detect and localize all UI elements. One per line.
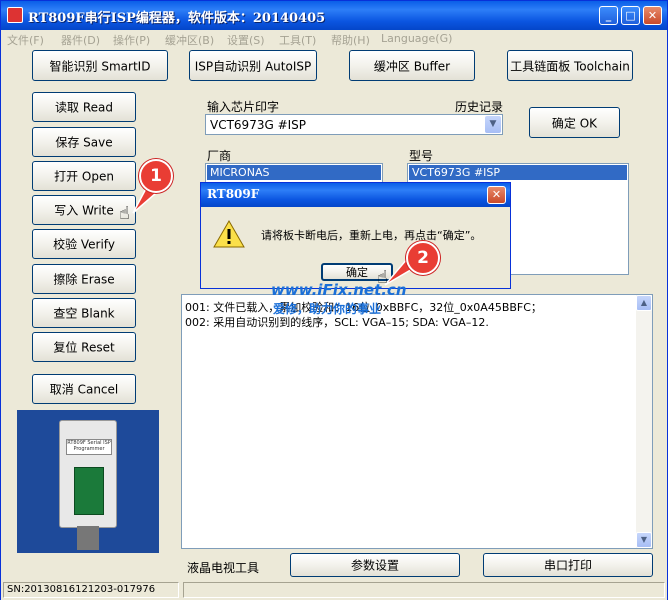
history-label: 历史记录 (455, 100, 504, 114)
programmer-body: RT809F Serial ISP Programmer (59, 420, 117, 528)
menu-language[interactable]: Language(G) (381, 32, 452, 45)
chip-combo[interactable]: VCT6973G #ISP ▼ (205, 114, 503, 135)
step-1-badge: 1 (139, 159, 173, 193)
dialog-title: RT809F (207, 187, 260, 201)
minimize-icon: _ (605, 9, 612, 22)
chevron-down-icon[interactable]: ▼ (485, 116, 501, 133)
log-scrollbar[interactable]: ▲ ▼ (636, 295, 652, 548)
menu-tools[interactable]: 工具(T) (279, 32, 316, 48)
dialog-close-button[interactable]: ✕ (487, 186, 506, 204)
status-message (183, 582, 665, 598)
chip-combo-value: VCT6973G #ISP (210, 118, 307, 132)
scroll-down-icon[interactable]: ▼ (636, 532, 652, 548)
menu-buffer[interactable]: 缓冲区(B) (165, 32, 214, 48)
lcd-tools-label: 液晶电视工具 (187, 561, 260, 575)
open-button[interactable]: 打开 Open (32, 161, 136, 191)
programmer-label: RT809F Serial ISP Programmer (66, 439, 112, 455)
status-bar: SN:20130816121203-017976 (1, 580, 667, 600)
menu-bar: 文件(F) 器件(D) 操作(P) 缓冲区(B) 设置(S) 工具(T) 帮助(… (1, 30, 667, 48)
vga-connector (77, 526, 99, 550)
close-icon: ✕ (647, 9, 658, 22)
minimize-button[interactable]: _ (599, 6, 618, 25)
close-button[interactable]: ✕ (643, 6, 662, 25)
verify-button[interactable]: 校验 Verify (32, 229, 136, 259)
app-icon (7, 7, 23, 23)
title-bar[interactable]: RT809F串行ISP编程器，软件版本：20140405 _ □ ✕ (1, 1, 667, 30)
serial-print-button[interactable]: 串口打印 (483, 553, 653, 577)
scroll-up-icon[interactable]: ▲ (636, 295, 652, 311)
main-window: RT809F串行ISP编程器，软件版本：20140405 _ □ ✕ 文件(F)… (0, 0, 668, 600)
menu-settings[interactable]: 设置(S) (227, 32, 265, 48)
confirm-dialog: RT809F ✕ 请将板卡断电后，重新上电，再点击“确定”。 确定 (200, 182, 511, 289)
dialog-title-bar[interactable]: RT809F ✕ (201, 183, 510, 207)
serial-number: SN:20130816121203-017976 (3, 582, 179, 598)
save-button[interactable]: 保存 Save (32, 127, 136, 157)
model-list-item-selected[interactable]: VCT6973G #ISP (409, 165, 627, 180)
toolchain-button[interactable]: 工具链面板 Toolchain (507, 50, 633, 81)
watermark-url: www.iFix.net.cn (271, 281, 407, 299)
menu-operation[interactable]: 操作(P) (113, 32, 150, 48)
hand-cursor-icon: ☝ (119, 203, 130, 224)
close-icon: ✕ (491, 188, 502, 201)
menu-device[interactable]: 器件(D) (61, 32, 100, 48)
step-2-badge: 2 (406, 241, 440, 275)
smart-id-button[interactable]: 智能识别 SmartID (32, 50, 168, 81)
watermark-slogan: 爱修，助力你的事业 (273, 302, 382, 316)
auto-isp-button[interactable]: ISP自动识别 AutoISP (189, 50, 317, 81)
zif-socket (74, 467, 104, 515)
cancel-button[interactable]: 取消 Cancel (32, 374, 136, 404)
vendor-label: 厂商 (207, 149, 232, 163)
log-panel[interactable]: 001: 文件已载入，累加校验和：16位_0xBBFC，32位_0x0A45BB… (181, 294, 653, 549)
read-button[interactable]: 读取 Read (32, 92, 136, 122)
vendor-list-item-selected[interactable]: MICRONAS (207, 165, 381, 180)
warning-icon (213, 220, 245, 248)
chip-input-label: 输入芯片印字 (207, 100, 280, 114)
programmer-image: RT809F Serial ISP Programmer (17, 410, 159, 553)
confirm-ok-button[interactable]: 确定 OK (529, 107, 620, 138)
model-label: 型号 (409, 149, 434, 163)
buffer-button[interactable]: 缓冲区 Buffer (349, 50, 475, 81)
menu-file[interactable]: 文件(F) (7, 32, 44, 48)
blank-button[interactable]: 查空 Blank (32, 298, 136, 328)
menu-help[interactable]: 帮助(H) (331, 32, 370, 48)
window-title: RT809F串行ISP编程器，软件版本：20140405 (28, 11, 326, 26)
dialog-message: 请将板卡断电后，重新上电，再点击“确定”。 (261, 229, 482, 242)
reset-button[interactable]: 复位 Reset (32, 332, 136, 362)
erase-button[interactable]: 擦除 Erase (32, 264, 136, 294)
maximize-button[interactable]: □ (621, 6, 640, 25)
maximize-icon: □ (625, 9, 636, 22)
params-button[interactable]: 参数设置 (290, 553, 460, 577)
